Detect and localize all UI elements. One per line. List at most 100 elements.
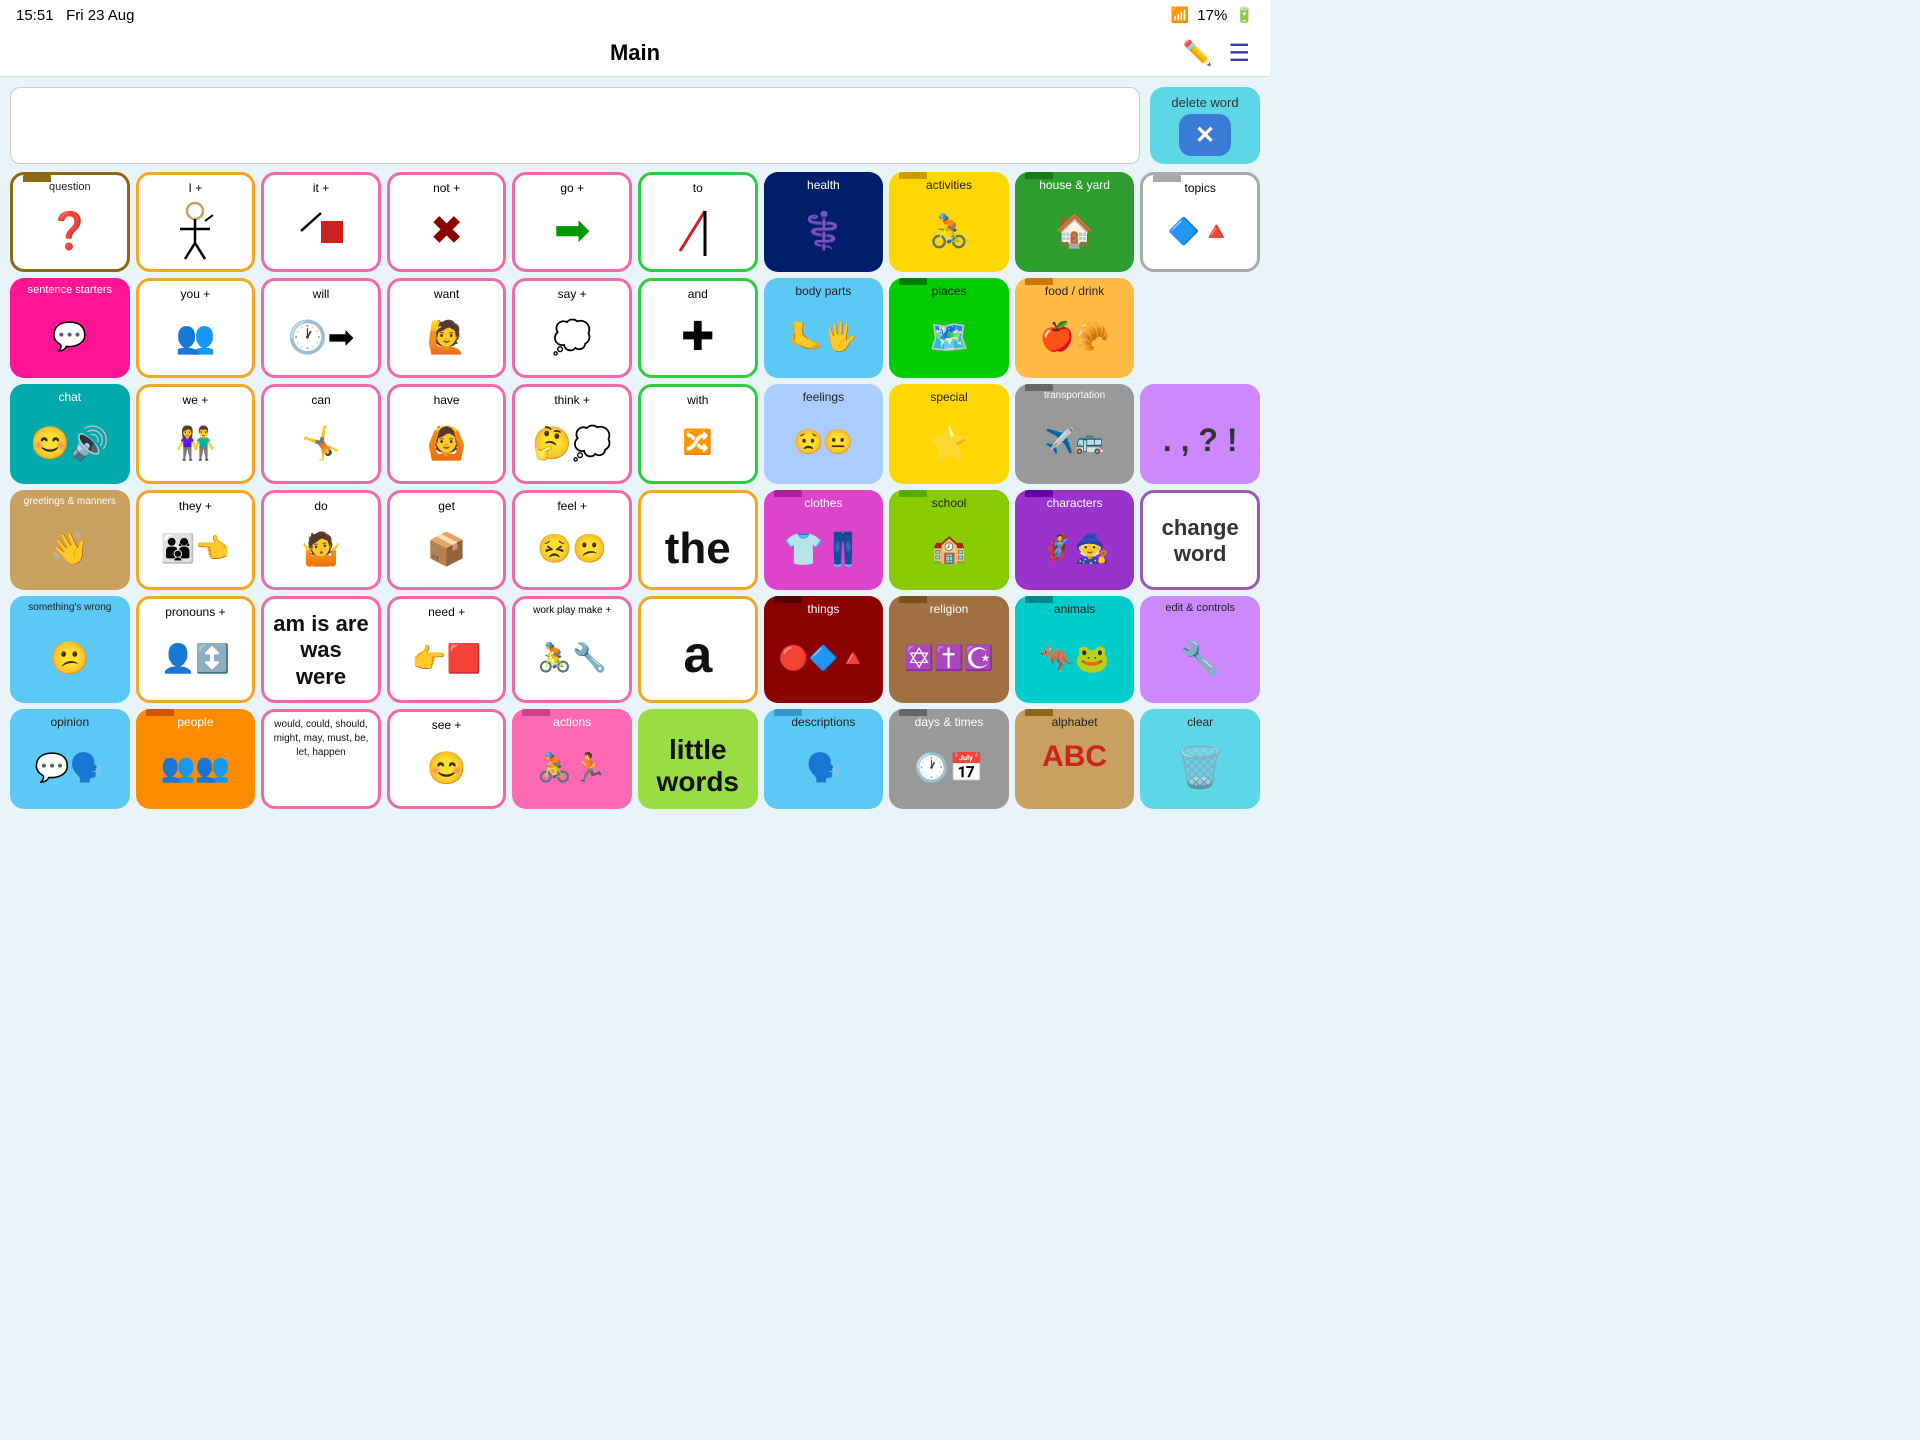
cell-sentence-starters-label: sentence starters [28,284,112,297]
cell-topics[interactable]: topics 🔷🔺 [1140,172,1260,272]
cell-religion[interactable]: religion ✡️✝️☪️ [889,596,1009,703]
cell-sentence-starters-icon: 💬 [52,299,87,374]
cell-things[interactable]: things 🔴🔷🔺 [764,596,884,703]
edit-icon[interactable]: ✏️ [1183,39,1213,68]
battery-level: 17% [1197,7,1227,24]
cell-pronouns-plus[interactable]: pronouns + 👤↕️ [136,596,256,703]
cell-do-icon: 🤷 [301,515,341,583]
cell-and[interactable]: and ✚ [638,278,758,378]
cell-alphabet[interactable]: alphabet ABC [1015,709,1135,809]
cell-punctuation[interactable]: . , ? ! [1140,384,1260,484]
cell-animals[interactable]: animals 🦘🐸 [1015,596,1135,703]
cell-special-label: special [930,390,967,404]
cell-transportation-icon: ✈️🚌 [1045,404,1105,480]
cell-do[interactable]: do 🤷 [261,490,381,590]
cell-will-icon: 🕐➡ [288,303,355,371]
cell-we-plus[interactable]: we + 👫 [136,384,256,484]
cell-work-play-make[interactable]: work play make + 🚴🔧 [512,596,632,703]
cell-would-could[interactable]: would, could, should, might, may, must, … [261,709,381,809]
cell-a-text: a [683,625,712,685]
cell-have-label: have [434,393,460,407]
cell-am-is-are[interactable]: am is are was were [261,596,381,703]
cell-house-yard-label: house & yard [1039,178,1110,192]
cell-places[interactable]: places 🗺️ [889,278,1009,378]
cell-alphabet-label: alphabet [1052,715,1098,729]
cell-you-plus[interactable]: you + 👥 [136,278,256,378]
cell-am-is-are-text: am is are was were [268,605,374,696]
cell-work-play-make-label: work play make + [533,605,611,617]
cell-days-times-icon: 🕐📅 [914,732,984,806]
cell-think-plus[interactable]: think + 🤔💭 [512,384,632,484]
cell-have[interactable]: have 🙆 [387,384,507,484]
cell-they-plus[interactable]: they + 👨‍👩‍👦👈 [136,490,256,590]
delete-word-button[interactable]: delete word ✕ [1150,87,1260,164]
cell-special[interactable]: special ⭐ [889,384,1009,484]
cell-go-plus[interactable]: go + ➡ [512,172,632,272]
cell-they-plus-label: they + [179,499,212,513]
text-input-box[interactable] [10,87,1140,164]
text-area-row: delete word ✕ [0,77,1270,170]
cell-opinion-label: opinion [50,715,89,729]
cell-special-icon: ⭐ [927,406,972,480]
cell-will[interactable]: will 🕐➡ [261,278,381,378]
cell-get[interactable]: get 📦 [387,490,507,590]
cell-school-icon: 🏫 [932,512,967,586]
cell-i-plus[interactable]: I + [136,172,256,272]
cell-opinion[interactable]: opinion 💬🗣️ [10,709,130,809]
status-date: Fri 23 Aug [66,7,134,24]
cell-house-yard-icon: 🏠 [1055,194,1095,268]
cell-clear-label: clear [1187,715,1213,729]
cell-body-parts[interactable]: body parts 🦶🖐 [764,278,884,378]
cell-see-plus[interactable]: see + 😊 [387,709,507,809]
cell-animals-icon: 🦘🐸 [1040,618,1110,699]
cell-need-plus-icon: 👉🟥 [412,621,482,696]
cell-change-word[interactable]: change word [1140,490,1260,590]
status-time: 15:51 [16,7,54,24]
cell-change-word-text: change word [1147,505,1253,577]
cell-need-plus[interactable]: need + 👉🟥 [387,596,507,703]
cell-house-yard[interactable]: house & yard 🏠 [1015,172,1135,272]
cell-clear[interactable]: clear 🗑️ [1140,709,1260,809]
cell-actions[interactable]: actions 🚴🏃 [512,709,632,809]
cell-i-plus-icon [170,197,220,265]
cell-feelings[interactable]: feelings 😟😐 [764,384,884,484]
cell-things-icon: 🔴🔷🔺 [779,618,869,699]
cell-health[interactable]: health ⚕️ [764,172,884,272]
cell-not-plus[interactable]: not + ✖ [387,172,507,272]
cell-school[interactable]: school 🏫 [889,490,1009,590]
cell-work-play-make-icon: 🚴🔧 [537,619,607,696]
cell-opinion-icon: 💬🗣️ [35,732,105,806]
cell-feel-plus[interactable]: feel + 😣😕 [512,490,632,590]
cell-with[interactable]: with 🔀 [638,384,758,484]
cell-the[interactable]: the [638,490,758,590]
cell-can[interactable]: can 🤸 [261,384,381,484]
menu-icon[interactable]: ☰ [1228,39,1250,68]
cell-sentence-starters[interactable]: sentence starters 💬 [10,278,130,378]
cell-say-plus[interactable]: say + 💭 [512,278,632,378]
cell-greetings[interactable]: greetings & manners 👋 [10,490,130,590]
cell-you-plus-icon: 👥 [175,303,215,371]
cell-somethings-wrong[interactable]: something's wrong 😕 [10,596,130,703]
cell-activities[interactable]: activities 🚴 [889,172,1009,272]
cell-food-drink[interactable]: food / drink 🍎🥐 [1015,278,1135,378]
cell-somethings-wrong-icon: 😕 [50,616,90,699]
cell-want-icon: 🙋 [427,303,467,371]
cell-days-times[interactable]: days & times 🕐📅 [889,709,1009,809]
cell-a[interactable]: a [638,596,758,703]
cell-descriptions[interactable]: descriptions 🗣️ [764,709,884,809]
cell-transportation[interactable]: transportation ✈️🚌 [1015,384,1135,484]
cell-to[interactable]: to [638,172,758,272]
cell-want[interactable]: want 🙋 [387,278,507,378]
cell-it-plus[interactable]: it + [261,172,381,272]
cell-question[interactable]: question ❓ [10,172,130,272]
cell-edit-controls[interactable]: edit & controls 🔧 [1140,596,1260,703]
cell-characters-label: characters [1047,496,1103,510]
cell-characters[interactable]: characters 🦸🧙 [1015,490,1135,590]
cell-descriptions-icon: 🗣️ [806,732,841,806]
cell-chat[interactable]: chat 😊🔊 [10,384,130,484]
cell-clothes[interactable]: clothes 👕👖 [764,490,884,590]
cell-little-words[interactable]: little words [638,709,758,809]
cell-people[interactable]: people 👥👥 [136,709,256,809]
cell-actions-label: actions [553,715,591,729]
cell-clothes-label: clothes [804,496,842,510]
